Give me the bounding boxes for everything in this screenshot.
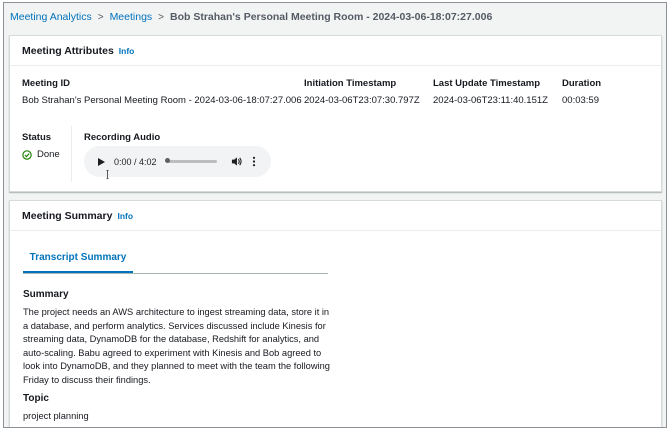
check-circle-icon: [22, 149, 32, 160]
field-label: Meeting ID: [22, 78, 71, 89]
breadcrumb-meetings[interactable]: Meetings: [110, 11, 153, 23]
status-value: Done: [37, 149, 60, 160]
info-link[interactable]: Info: [119, 46, 135, 56]
last-update-timestamp-field: Last Update Timestamp 2024-03-06T23:11:4…: [433, 78, 548, 106]
summary-heading: Summary: [23, 289, 69, 300]
duration-field: Duration 00:03:59: [562, 78, 601, 106]
play-icon[interactable]: [96, 157, 106, 167]
more-options-icon[interactable]: [252, 156, 256, 167]
meeting-id-field: Meeting ID Bob Strahan's Personal Meetin…: [22, 78, 302, 106]
column-divider: [71, 126, 72, 182]
topic-value: project planning: [23, 411, 89, 421]
panel-title: Meeting Attributes: [22, 45, 114, 57]
initiation-timestamp-field: Initiation Timestamp 2024-03-06T23:07:30…: [304, 78, 420, 106]
volume-icon[interactable]: [231, 156, 242, 167]
status-badge: Done: [22, 149, 60, 160]
breadcrumb-meeting-analytics[interactable]: Meeting Analytics: [10, 11, 92, 23]
audio-time: 0:00 / 4:02: [114, 156, 157, 167]
panel-title: Meeting Summary: [22, 210, 113, 222]
last-update-timestamp-value: 2024-03-06T23:11:40.151Z: [433, 95, 548, 106]
slider-knob[interactable]: [164, 158, 170, 163]
meeting-attributes-panel: Meeting Attributes Info Meeting ID Bob St…: [9, 35, 662, 192]
field-label: Recording Audio: [84, 132, 161, 143]
breadcrumb: Meeting Analytics > Meetings > Bob Strahan's…: [10, 11, 492, 23]
tab-divider: [23, 273, 328, 274]
app-frame: Meeting Analytics > Meetings > Bob Strahan's…: [3, 2, 667, 428]
topic-heading: Topic: [23, 393, 49, 404]
chevron-right-icon: >: [158, 12, 165, 23]
summary-text: The project needs an AWS architecture to…: [23, 307, 330, 385]
field-label: Duration: [562, 78, 602, 89]
initiation-timestamp-value: 2024-03-06T23:07:30.797Z: [304, 95, 420, 106]
audio-progress-slider[interactable]: [164, 158, 217, 163]
field-label: Initiation Timestamp: [304, 78, 397, 89]
meeting-summary-panel: Meeting Summary Info Transcript Summary S…: [9, 200, 662, 427]
summary-content: Summary The project needs an AWS archite…: [23, 289, 333, 424]
panel-header: Meeting Summary Info: [10, 201, 661, 231]
meeting-id-value: Bob Strahan's Personal Meeting Room - 20…: [22, 95, 302, 106]
status-field: Status Done: [22, 132, 60, 160]
text-cursor-icon: [106, 170, 109, 179]
info-link[interactable]: Info: [117, 211, 133, 221]
duration-value: 00:03:59: [562, 95, 599, 106]
chevron-right-icon: >: [97, 12, 104, 23]
panel-header: Meeting Attributes Info: [10, 36, 661, 66]
field-label: Status: [22, 132, 52, 143]
breadcrumb-current: Bob Strahan's Personal Meeting Room - 20…: [170, 11, 493, 23]
field-label: Last Update Timestamp: [433, 78, 540, 89]
audio-player[interactable]: 0:00 / 4:02: [84, 146, 271, 177]
